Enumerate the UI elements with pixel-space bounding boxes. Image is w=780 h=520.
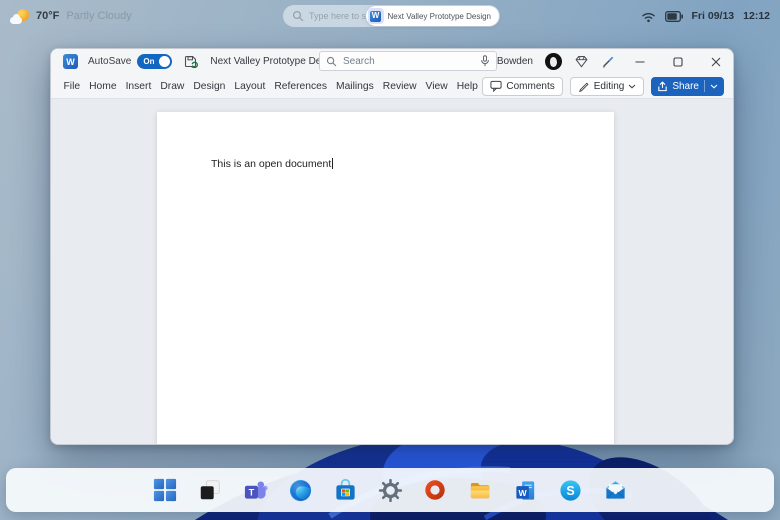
comments-button[interactable]: Comments: [482, 77, 562, 96]
running-app-chip[interactable]: W Next Valley Prototype Design: [366, 6, 499, 26]
word-icon: W: [513, 478, 538, 503]
toggle-knob: [159, 56, 170, 67]
running-app-label: Next Valley Prototype Design: [388, 12, 491, 21]
taskbar-settings-button[interactable]: [376, 476, 404, 504]
mail-icon: [603, 478, 628, 503]
task-view-icon: [198, 478, 222, 502]
tray-time[interactable]: 12:12: [743, 10, 770, 22]
taskbar: T: [6, 468, 774, 512]
tab-home[interactable]: Home: [85, 81, 121, 92]
teams-icon: T: [243, 478, 268, 503]
edge-icon: [288, 478, 313, 503]
desktop-search-bar[interactable]: W Next Valley Prototype Design: [283, 5, 500, 27]
microphone-icon[interactable]: [480, 55, 490, 67]
taskbar-word-button[interactable]: W: [511, 476, 539, 504]
document-canvas: This is an open document: [51, 100, 733, 444]
share-icon: [657, 81, 668, 92]
gem-icon[interactable]: [574, 54, 589, 69]
taskbar-start-button[interactable]: [151, 476, 179, 504]
taskbar-skype-button[interactable]: S: [556, 476, 584, 504]
share-split-divider: [704, 80, 705, 92]
search-icon: [326, 56, 337, 67]
tab-view[interactable]: View: [421, 81, 452, 92]
svg-text:T: T: [248, 487, 254, 497]
windows-start-icon: [153, 478, 177, 502]
weather-condition: Partly Cloudy: [66, 10, 131, 22]
share-button[interactable]: Share: [651, 77, 724, 96]
pencil-icon: [578, 80, 590, 92]
wifi-icon: [641, 10, 656, 23]
pen-icon[interactable]: [601, 55, 615, 69]
weather-temperature: 70°F: [36, 10, 59, 22]
word-app-icon: W: [368, 8, 384, 24]
window-titlebar[interactable]: W AutoSave On Next Valley Prototype Desi…: [51, 49, 733, 74]
comment-icon: [490, 80, 502, 92]
tab-file[interactable]: File: [59, 81, 85, 92]
office-icon: [423, 478, 447, 502]
tab-references[interactable]: References: [270, 81, 332, 92]
minimize-button[interactable]: [627, 49, 653, 74]
weather-widget[interactable]: 70°F Partly Cloudy: [10, 0, 132, 32]
chevron-down-icon: [628, 84, 636, 89]
document-text[interactable]: This is an open document: [211, 158, 333, 170]
desktop-search-input[interactable]: [309, 11, 366, 21]
search-icon: [292, 10, 304, 22]
tab-review[interactable]: Review: [378, 81, 421, 92]
autosave-label: AutoSave: [88, 56, 131, 67]
taskbar-mail-button[interactable]: [601, 476, 629, 504]
document-page[interactable]: This is an open document: [157, 112, 614, 444]
taskbar-office-button[interactable]: [421, 476, 449, 504]
chevron-down-icon[interactable]: [710, 84, 718, 89]
taskbar-task-view-button[interactable]: [196, 476, 224, 504]
status-bar: 70°F Partly Cloudy W Next Valley Prototy…: [0, 0, 780, 32]
tab-draw[interactable]: Draw: [156, 81, 189, 92]
pin-ribbon-icon[interactable]: [731, 79, 734, 94]
taskbar-edge-button[interactable]: [286, 476, 314, 504]
skype-icon: S: [558, 478, 583, 503]
text-cursor: [332, 158, 333, 169]
autosave-toggle[interactable]: On: [137, 54, 172, 69]
tab-insert[interactable]: Insert: [121, 81, 156, 92]
maximize-button[interactable]: [665, 49, 691, 74]
word-window: W AutoSave On Next Valley Prototype Desi…: [50, 48, 734, 445]
tab-help[interactable]: Help: [452, 81, 482, 92]
partly-cloudy-icon: [10, 9, 29, 24]
tab-design[interactable]: Design: [189, 81, 230, 92]
desktop: { "statusbar": { "weather": { "temperatu…: [0, 0, 780, 520]
user-avatar[interactable]: [545, 53, 562, 70]
microsoft-store-icon: [333, 478, 358, 503]
file-explorer-icon: [468, 478, 493, 503]
taskbar-teams-button[interactable]: T: [241, 476, 269, 504]
taskbar-store-button[interactable]: [331, 476, 359, 504]
ribbon-tab-bar: File Home Insert Draw Design Layout Refe…: [51, 74, 733, 99]
battery-icon: [665, 11, 683, 22]
close-button[interactable]: [703, 49, 729, 74]
word-logo-icon: W: [63, 54, 78, 69]
tab-mailings[interactable]: Mailings: [332, 81, 379, 92]
save-sync-icon[interactable]: [184, 55, 198, 69]
word-search-input[interactable]: [343, 56, 480, 67]
word-search-box[interactable]: [319, 51, 497, 71]
editing-button[interactable]: Editing: [570, 77, 645, 96]
svg-text:S: S: [566, 484, 574, 498]
svg-text:W: W: [518, 487, 527, 497]
tab-layout[interactable]: Layout: [230, 81, 270, 92]
settings-gear-icon: [378, 478, 403, 503]
taskbar-file-explorer-button[interactable]: [466, 476, 494, 504]
tray-date[interactable]: Fri 09/13: [692, 10, 735, 22]
system-tray[interactable]: Fri 09/13 12:12: [641, 0, 770, 32]
